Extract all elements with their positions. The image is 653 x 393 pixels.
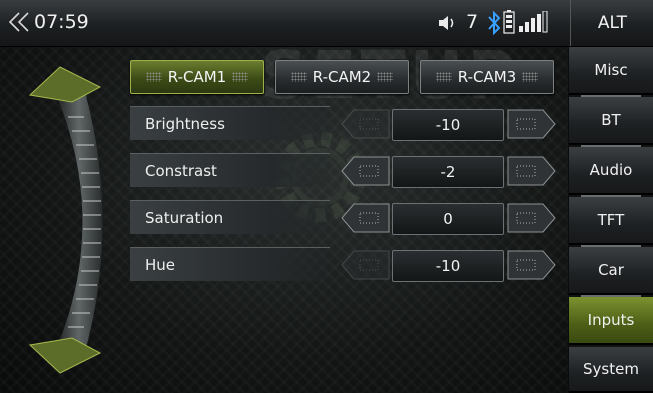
menu-item-system[interactable]: System: [569, 347, 653, 393]
volume-level: 7: [466, 11, 479, 33]
side-menu: Misc BT Audio TFT Car Inputs System: [569, 47, 653, 393]
rcam3-label: R-CAM3: [457, 68, 517, 86]
bluetooth-icon: [488, 10, 501, 36]
alt-button[interactable]: ALT: [570, 0, 653, 46]
saturation-increase-button[interactable]: [507, 203, 557, 233]
grip-dots-icon: [377, 72, 394, 82]
grip-dots-icon: [290, 72, 307, 82]
contrast-value: -2: [392, 156, 504, 188]
rcam1-label: R-CAM1: [167, 68, 227, 86]
brightness-decrease-button[interactable]: [340, 109, 390, 139]
rcam2-label: R-CAM2: [312, 68, 372, 86]
saturation-decrease-button[interactable]: [340, 203, 390, 233]
grip-dots-icon: [145, 72, 162, 82]
brightness-label: Brightness: [130, 106, 330, 140]
hue-label: Hue: [130, 247, 330, 281]
menu-item-car[interactable]: Car: [569, 247, 653, 295]
saturation-label: Saturation: [130, 200, 330, 234]
rcam3-button[interactable]: R-CAM3: [420, 60, 554, 94]
rcam2-button[interactable]: R-CAM2: [275, 60, 409, 94]
contrast-decrease-button[interactable]: [340, 156, 390, 186]
grip-dots-icon: [522, 72, 539, 82]
rcam1-button[interactable]: R-CAM1: [130, 60, 264, 94]
brightness-increase-button[interactable]: [507, 109, 557, 139]
hue-decrease-button[interactable]: [340, 250, 390, 280]
back-icon[interactable]: [8, 11, 32, 33]
menu-item-bt[interactable]: BT: [569, 97, 653, 145]
saturation-value: 0: [392, 203, 504, 235]
battery-icon: [503, 10, 515, 34]
hue-value: -10: [392, 250, 504, 282]
hue-increase-button[interactable]: [507, 250, 557, 280]
signal-icon: [519, 11, 548, 33]
volume-icon[interactable]: [434, 13, 458, 33]
contrast-increase-button[interactable]: [507, 156, 557, 186]
menu-item-inputs[interactable]: Inputs: [569, 297, 653, 345]
clock: 07:59: [34, 11, 89, 33]
grip-dots-icon: [435, 72, 452, 82]
settings-panel: SETUP R-CAM1: [0, 37, 568, 393]
menu-item-audio[interactable]: Audio: [569, 147, 653, 195]
menu-item-misc[interactable]: Misc: [569, 47, 653, 95]
contrast-label: Constrast: [130, 153, 330, 187]
grip-dots-icon: [232, 72, 249, 82]
menu-item-tft[interactable]: TFT: [569, 197, 653, 245]
scroll-dial[interactable]: [0, 47, 120, 393]
brightness-value: -10: [392, 109, 504, 141]
